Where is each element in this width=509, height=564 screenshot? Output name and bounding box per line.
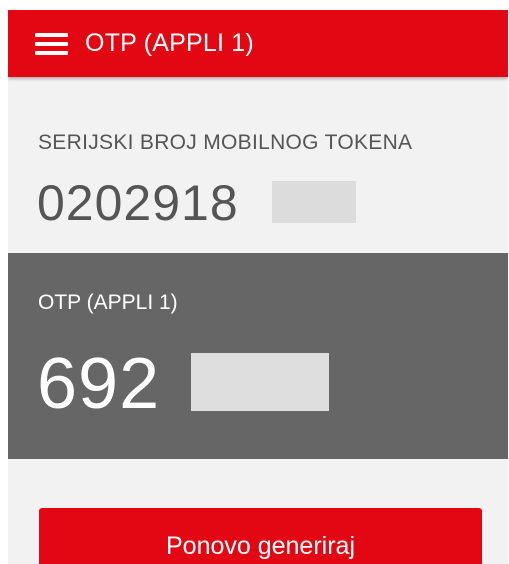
- serial-number-label: SERIJSKI BROJ MOBILNOG TOKENA: [38, 131, 413, 154]
- otp-code-value: 692: [37, 344, 161, 424]
- otp-section: OTP (APPLI 1) 692: [8, 253, 508, 459]
- serial-section: SERIJSKI BROJ MOBILNOG TOKENA 0202918: [8, 77, 508, 253]
- actions-section: Ponovo generiraj: [8, 459, 508, 564]
- menu-bar-line: [35, 32, 68, 37]
- otp-label: OTP (APPLI 1): [38, 291, 178, 314]
- app-screen: OTP (APPLI 1) SERIJSKI BROJ MOBILNOG TOK…: [8, 10, 508, 564]
- app-bar-title: OTP (APPLI 1): [85, 29, 254, 57]
- regenerate-button[interactable]: Ponovo generiraj: [39, 508, 482, 564]
- app-bar: OTP (APPLI 1): [8, 10, 508, 77]
- otp-redaction-block: [191, 353, 329, 411]
- serial-redaction-block: [272, 181, 356, 223]
- menu-bar-line: [35, 41, 68, 46]
- hamburger-menu-icon[interactable]: [35, 29, 69, 59]
- serial-number-value: 0202918: [37, 175, 239, 231]
- menu-bar-line: [35, 50, 68, 55]
